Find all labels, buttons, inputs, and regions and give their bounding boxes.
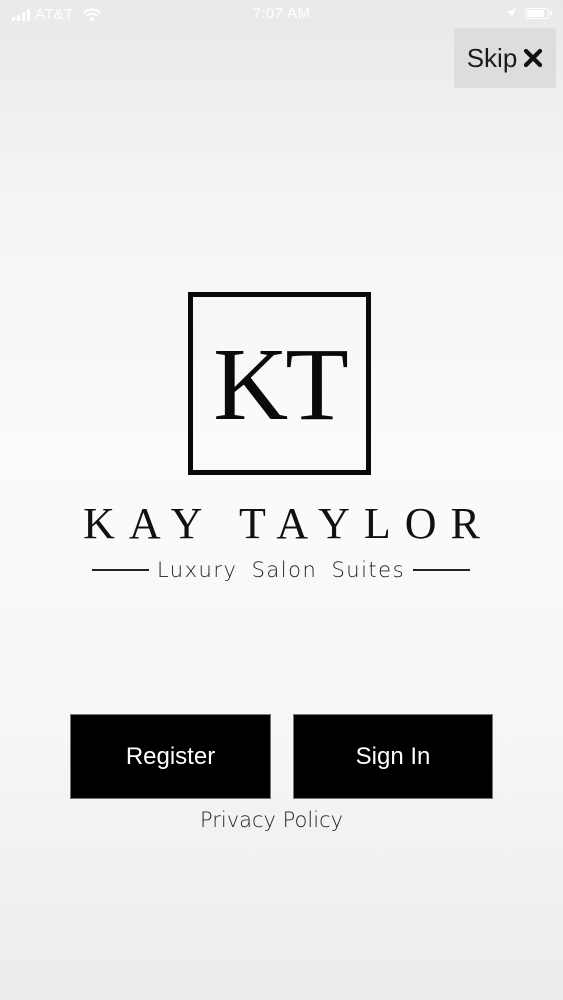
status-right	[505, 7, 552, 19]
battery-icon	[525, 7, 552, 19]
tagline-row: Luxury Salon Suites	[92, 558, 470, 582]
skip-label: Skip	[466, 42, 518, 73]
sign-in-button[interactable]: Sign In	[293, 714, 493, 799]
tagline: Luxury Salon Suites	[156, 558, 406, 582]
tagline-divider-left	[92, 569, 149, 571]
privacy-policy-link[interactable]: Privacy Policy	[0, 808, 543, 832]
tagline-divider-right	[413, 569, 470, 571]
logo-monogram: KT	[213, 326, 349, 442]
close-icon	[524, 48, 543, 68]
logo-monogram-box: KT	[188, 292, 371, 475]
register-button[interactable]: Register	[70, 714, 271, 799]
skip-button[interactable]: Skip	[454, 28, 556, 88]
location-icon	[506, 8, 516, 18]
status-bar: AT&T 7:07 AM	[0, 0, 563, 30]
brand-name: KAY TAYLOR	[83, 499, 494, 548]
status-time: 7:07 AM	[252, 5, 311, 22]
